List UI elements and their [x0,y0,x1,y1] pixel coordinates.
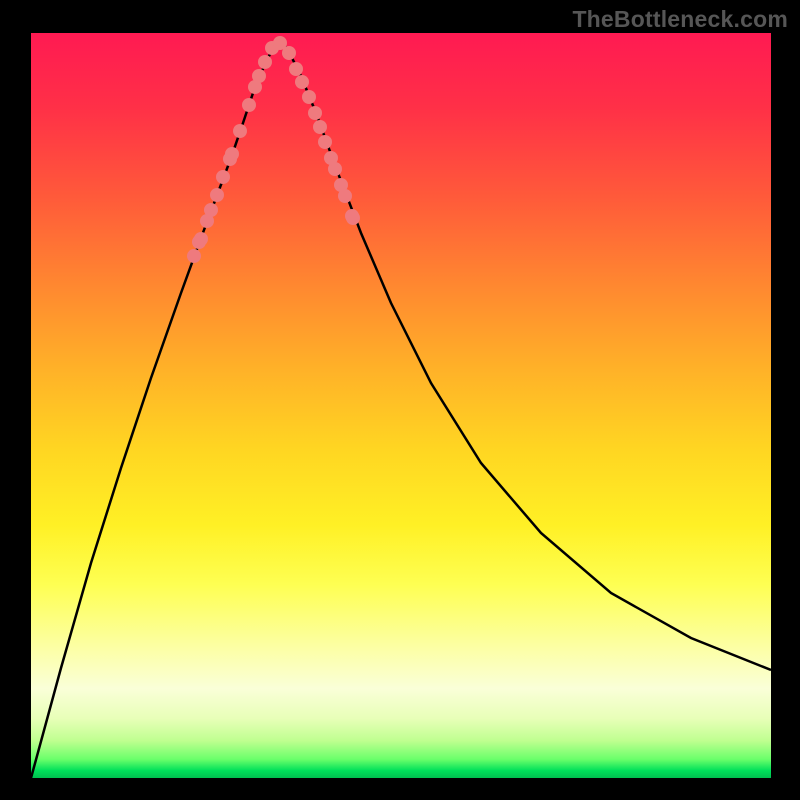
dot [223,152,237,166]
dot [242,98,256,112]
watermark-text: TheBottleneck.com [572,6,788,33]
dot [200,214,214,228]
dot [187,249,201,263]
dot [345,209,359,223]
dot [192,235,206,249]
chart-container: TheBottleneck.com [0,0,800,800]
dot [338,189,352,203]
dot [302,90,316,104]
dot [216,170,230,184]
dot [233,124,247,138]
dot [225,147,239,161]
dot [258,55,272,69]
dot [252,69,266,83]
dot [265,41,279,55]
dot [248,80,262,94]
dot [210,188,224,202]
dot [282,46,296,60]
plot-area [31,33,771,778]
dot [273,36,287,50]
dot [324,151,338,165]
dot [346,211,360,225]
curve-dots [187,36,360,263]
dot [328,162,342,176]
dot [334,178,348,192]
dot [289,62,303,76]
dot [204,203,218,217]
dot [194,232,208,246]
dot [313,120,327,134]
dot [295,75,309,89]
bottleneck-curve [31,43,771,778]
dot [308,106,322,120]
curve-svg [31,33,771,778]
dot [318,135,332,149]
